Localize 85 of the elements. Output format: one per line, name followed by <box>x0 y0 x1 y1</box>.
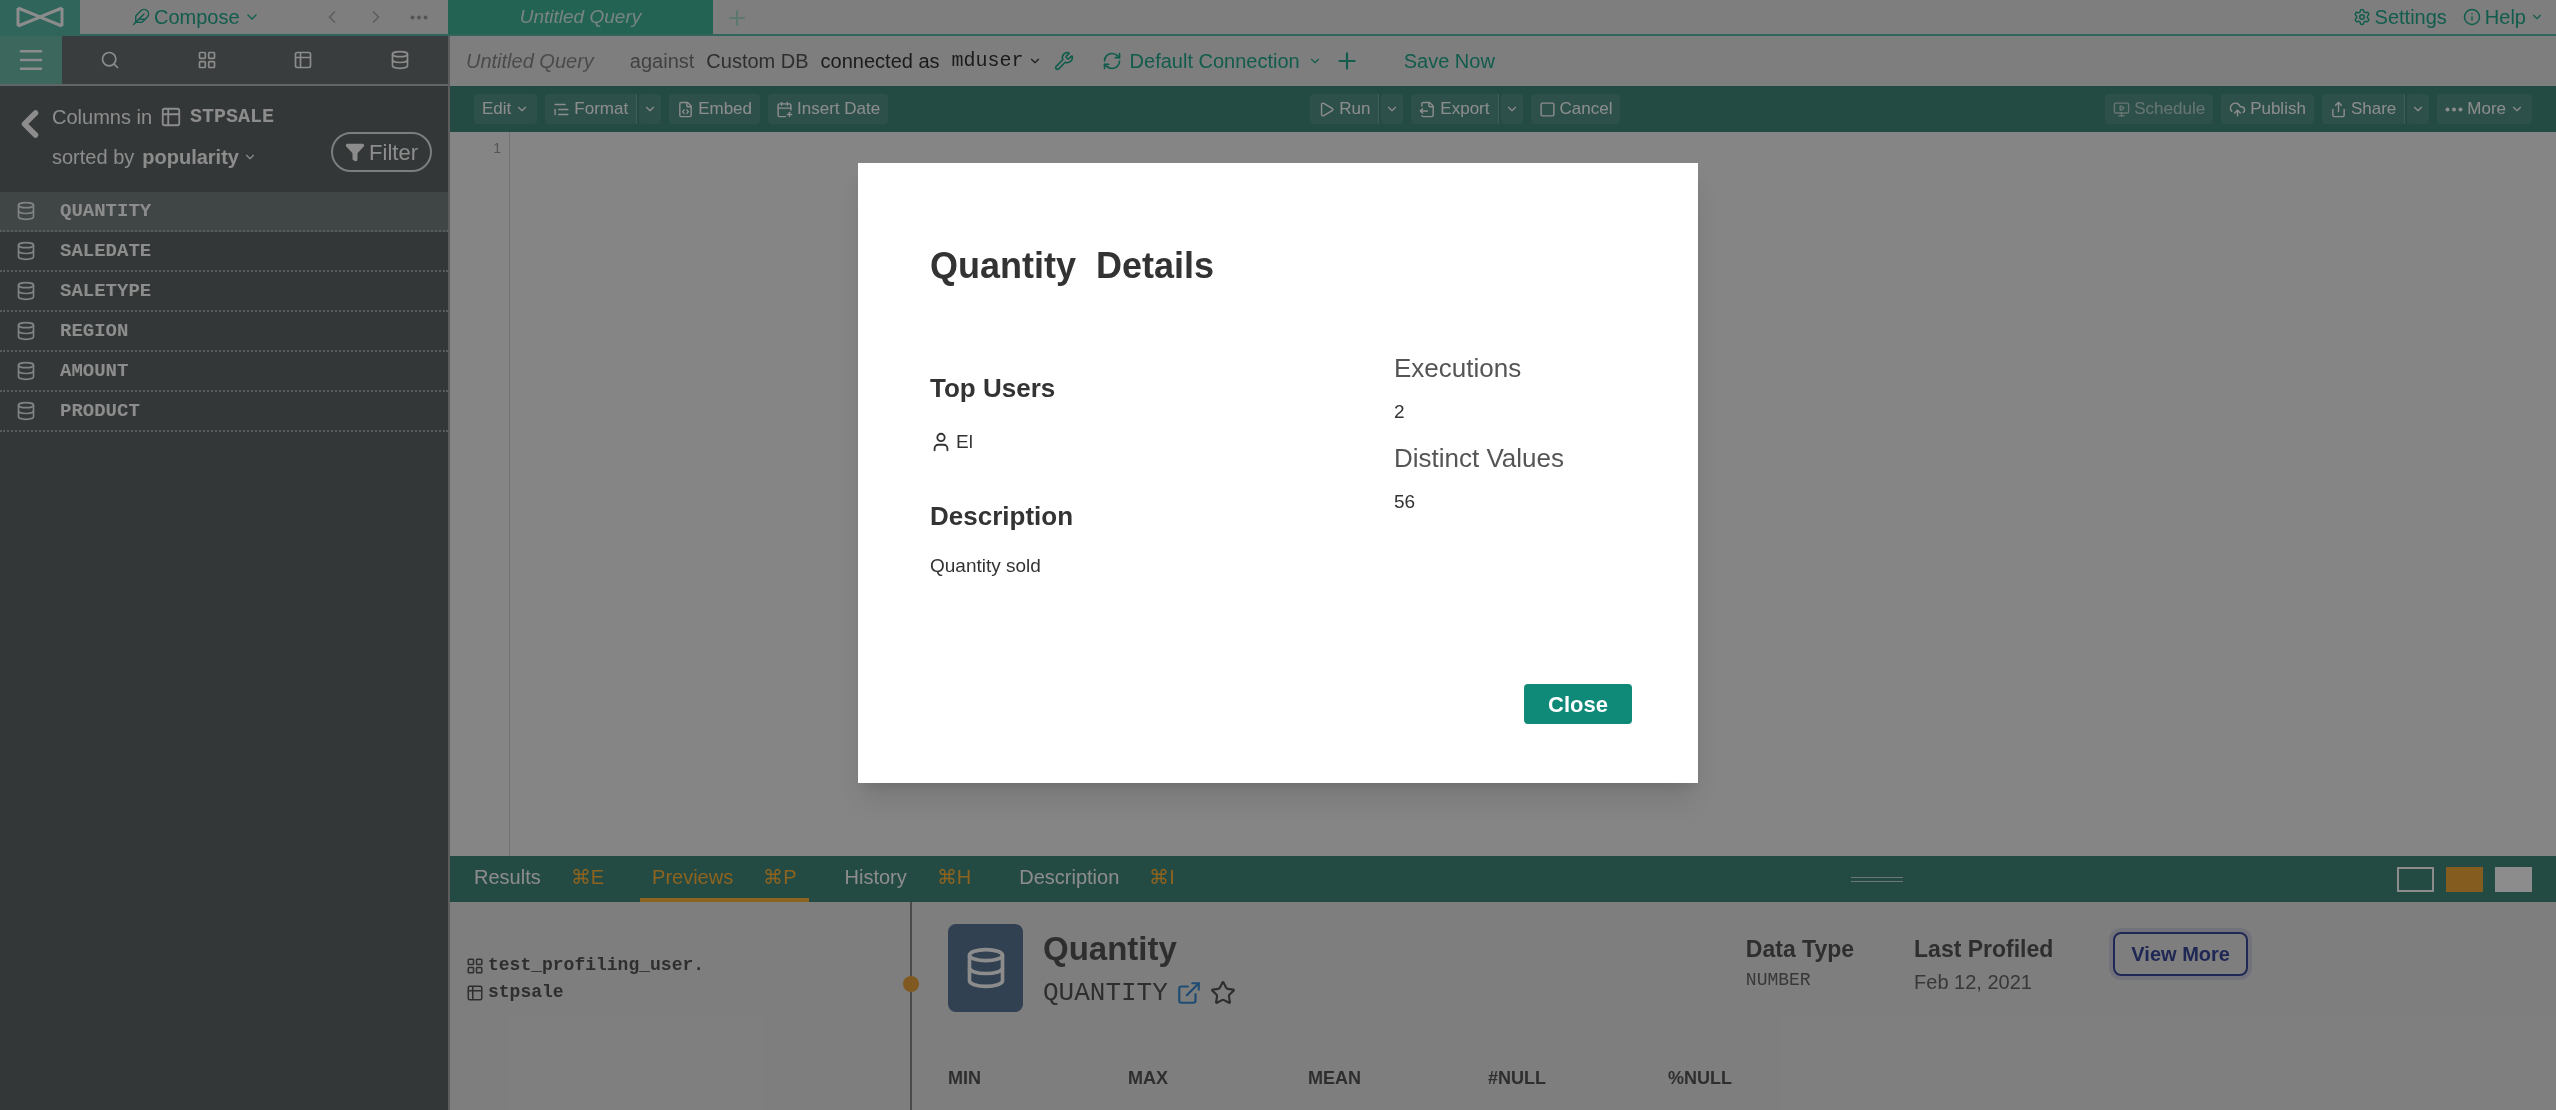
column-name: AMOUNT <box>60 358 129 384</box>
column-icon <box>16 241 36 261</box>
gear-icon <box>2352 8 2371 26</box>
description-text: Quantity sold <box>930 553 1042 578</box>
column-row[interactable]: SALETYPE <box>0 272 448 312</box>
share-icon <box>2329 100 2347 118</box>
column-icon <box>16 201 36 221</box>
column-title: Quantity <box>1043 929 1178 969</box>
last-profiled-value: Feb 12, 2021 <box>1914 969 2033 995</box>
query-tab[interactable]: Untitled Query <box>448 0 713 34</box>
columns-in-label: Columns in <box>52 105 153 130</box>
column-row[interactable]: REGION <box>0 312 448 352</box>
calendar-plus-icon <box>776 100 793 118</box>
save-now-link[interactable]: Save Now <box>1403 46 1495 76</box>
connected-as-label: connected as <box>820 49 940 74</box>
stat-header: MEAN <box>1308 1066 1362 1090</box>
column-name: SALEDATE <box>60 238 152 264</box>
executions-value: 2 <box>1394 400 1406 424</box>
distinct-values-label: Distinct Values <box>1394 441 1565 475</box>
cloud-upload-icon <box>2229 100 2247 118</box>
panel-tab[interactable]: Results ⌘E <box>462 856 617 902</box>
connection-dropdown[interactable]: Default Connection <box>1101 46 1322 76</box>
user-dropdown[interactable]: mduser <box>951 46 1042 76</box>
panel-tab[interactable]: Description ⌘I <box>1007 856 1187 902</box>
table-name: STPSALE <box>190 104 275 130</box>
column-icon <box>16 281 36 301</box>
sort-dropdown[interactable]: popularity <box>142 142 257 172</box>
against-label: against <box>629 49 695 74</box>
dialog-title: Quantity Details <box>930 244 1216 288</box>
layout-toggle[interactable] <box>2446 866 2483 892</box>
compose-menu[interactable]: Compose <box>132 2 260 32</box>
ellipsis-icon <box>2445 106 2464 112</box>
table-icon[interactable] <box>293 50 314 70</box>
settings-link[interactable]: Settings <box>2352 0 2447 34</box>
column-name: QUANTITY <box>60 198 152 224</box>
table-icon <box>466 983 484 1002</box>
external-link-icon[interactable] <box>1175 980 1202 1006</box>
table-icon <box>160 106 183 128</box>
help-menu[interactable]: Help <box>2462 0 2544 34</box>
refresh-icon <box>1101 51 1122 71</box>
grid-icon[interactable] <box>196 50 217 70</box>
checkbox-icon <box>1538 100 1556 118</box>
panel-tab[interactable]: History ⌘H <box>832 856 984 902</box>
search-icon[interactable] <box>100 50 121 70</box>
filter-button[interactable]: Filter <box>331 132 432 172</box>
column-icon <box>16 401 36 421</box>
play-icon <box>1318 100 1336 118</box>
star-icon[interactable] <box>1209 980 1236 1006</box>
last-profiled-label: Last Profiled <box>1914 935 2054 964</box>
document-icon <box>677 100 695 118</box>
resize-handle <box>1850 876 1903 882</box>
executions-label: Executions <box>1394 352 1523 385</box>
column-row[interactable]: AMOUNT <box>0 352 448 392</box>
column-name: REGION <box>60 318 129 344</box>
column-row[interactable]: QUANTITY <box>0 192 448 232</box>
stat-header: MIN <box>948 1066 982 1090</box>
column-icon <box>16 321 36 341</box>
column-row[interactable]: SALEDATE <box>0 232 448 272</box>
user-name: El <box>956 430 973 454</box>
more-icon[interactable] <box>409 14 428 20</box>
stat-header: #NULL <box>1488 1066 1547 1090</box>
wrench-icon[interactable] <box>1053 51 1074 71</box>
column-row[interactable]: PRODUCT <box>0 392 448 432</box>
column-name: QUANTITY <box>1043 976 1168 1010</box>
column-icon[interactable] <box>389 50 410 70</box>
column-name: PRODUCT <box>60 398 140 424</box>
distinct-values-value: 56 <box>1394 489 1417 514</box>
schema-name: test_profiling_user. <box>488 954 705 977</box>
funnel-icon <box>345 142 366 162</box>
sorted-by-label: sorted by <box>52 145 135 170</box>
data-type-value: NUMBER <box>1745 968 1812 992</box>
feather-icon <box>132 8 150 26</box>
export-icon <box>1419 100 1437 118</box>
stat-header: MAX <box>1128 1066 1169 1090</box>
database-name: Custom DB <box>706 49 809 74</box>
table-name: stpsale <box>488 981 564 1004</box>
column-icon <box>16 361 36 381</box>
data-type-label: Data Type <box>1745 935 1855 964</box>
close-button[interactable]: Close <box>1524 684 1632 724</box>
description-heading: Description <box>930 499 1075 533</box>
stat-header: %NULL <box>1668 1066 1733 1090</box>
column-name: SALETYPE <box>60 278 152 304</box>
info-icon <box>2462 8 2481 26</box>
top-users-heading: Top Users <box>930 372 1057 405</box>
logo-icon <box>15 5 65 29</box>
